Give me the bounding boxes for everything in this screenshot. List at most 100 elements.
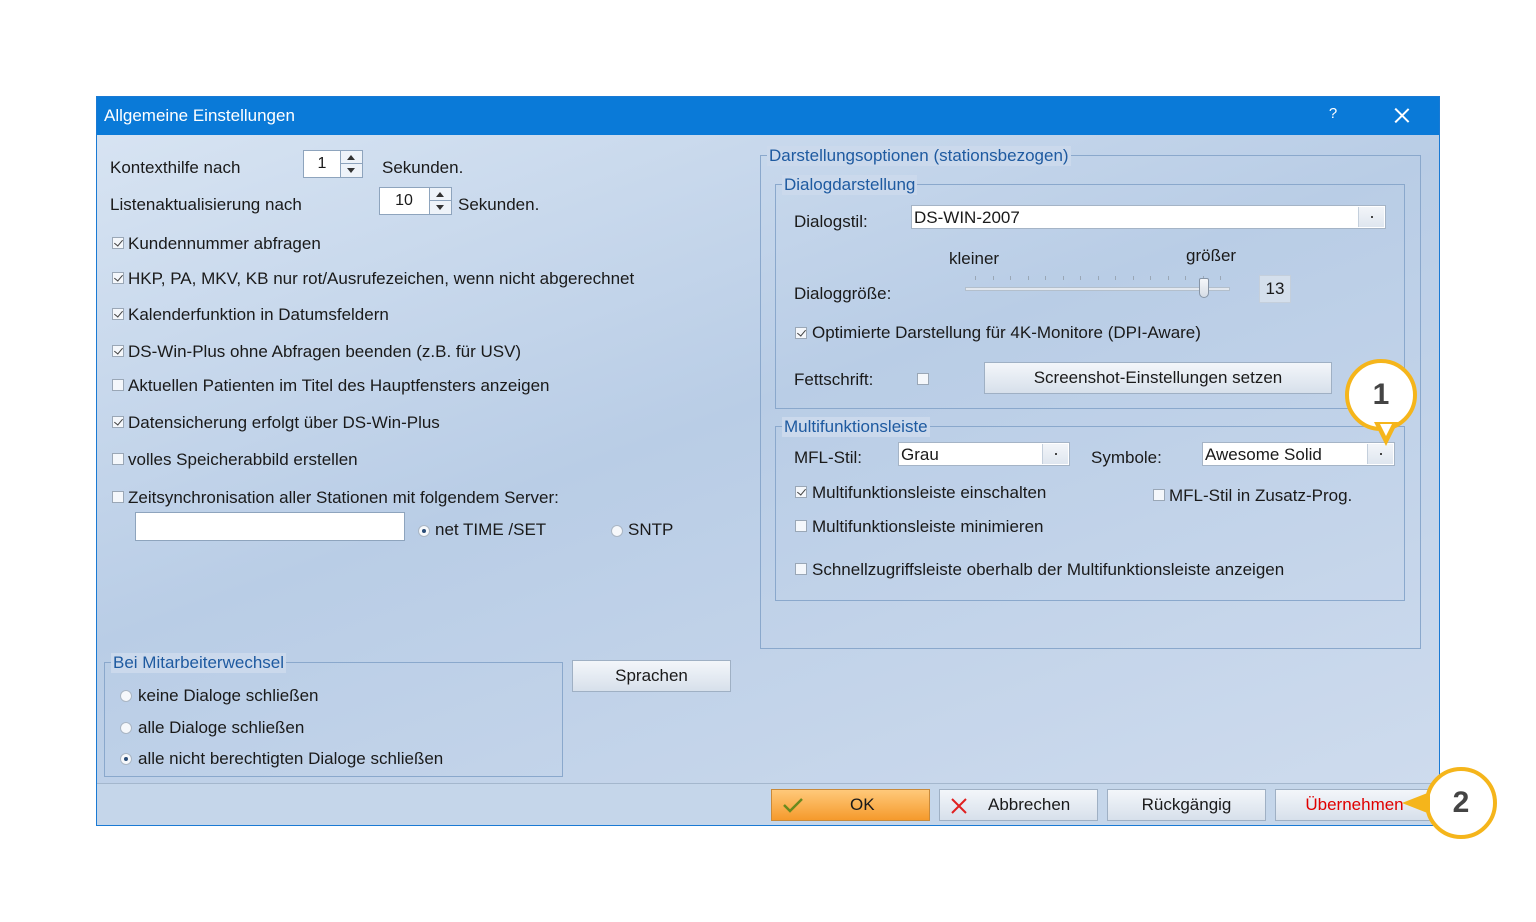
slider-tick — [1185, 276, 1186, 280]
dpi-aware-checkbox[interactable] — [795, 327, 807, 339]
mfl-title: Multifunktionsleiste — [782, 417, 930, 437]
net-time-label: net TIME /SET — [435, 520, 547, 539]
listenaktualisierung-label: Listenaktualisierung nach — [110, 195, 302, 214]
server-input[interactable] — [135, 512, 405, 541]
mitarbeiterwechsel-radio[interactable] — [120, 722, 132, 734]
cancel-x-icon — [951, 798, 967, 814]
mfl-stil-select[interactable]: Grau — [898, 442, 1070, 466]
mfl-zusatz-label: MFL-Stil in Zusatz-Prog. — [1169, 486, 1353, 505]
fettschrift-label: Fettschrift: — [794, 370, 874, 389]
zeitsync-label: Zeitsynchronisation aller Stationen mit … — [128, 488, 559, 507]
slider-tick — [1045, 276, 1046, 280]
option-checkbox-label: HKP, PA, MKV, KB nur rot/Ausrufezeichen,… — [128, 269, 635, 288]
chevron-down-icon[interactable] — [1042, 444, 1068, 464]
sprachen-button[interactable]: Sprachen — [572, 660, 731, 692]
option-checkbox-label: Datensicherung erfolgt über DS-Win-Plus — [128, 413, 440, 432]
option-checkbox[interactable] — [112, 345, 124, 357]
slider-tick — [1115, 276, 1116, 280]
close-icon[interactable] — [1390, 104, 1414, 128]
net-time-radio[interactable] — [418, 525, 430, 537]
mfl-minimieren-label: Multifunktionsleiste minimieren — [812, 517, 1044, 536]
groesser-label: größer — [1186, 246, 1237, 265]
dialogstil-label: Dialogstil: — [794, 212, 868, 231]
listenaktualisierung-unit: Sekunden. — [458, 195, 540, 214]
callout-2: 2 — [1425, 767, 1497, 839]
dialoggroesse-value: 13 — [1259, 275, 1291, 303]
symbole-label: Symbole: — [1091, 448, 1162, 467]
slider-tick — [1167, 276, 1169, 280]
schnellzugriff-label: Schnellzugriffsleiste oberhalb der Multi… — [812, 560, 1285, 579]
kontexthilfe-unit: Sekunden. — [382, 158, 464, 177]
slider-thumb[interactable] — [1198, 278, 1209, 298]
option-checkbox-label: Kundennummer abfragen — [128, 234, 321, 253]
callout-1-pointer — [1374, 422, 1398, 446]
fettschrift-checkbox[interactable] — [917, 373, 929, 385]
screenshot-settings-button[interactable]: Screenshot-Einstellungen setzen — [984, 362, 1332, 394]
dialogdarstellung-title: Dialogdarstellung — [782, 175, 918, 195]
help-icon[interactable]: ? — [1323, 105, 1343, 127]
mitarbeiterwechsel-radio[interactable] — [120, 690, 132, 702]
zeitsync-checkbox[interactable] — [112, 491, 124, 503]
listenaktualisierung-value[interactable]: 10 — [380, 192, 428, 210]
option-checkbox[interactable] — [112, 416, 124, 428]
slider-tick — [1220, 276, 1221, 280]
slider-tick — [1027, 276, 1029, 280]
option-checkbox[interactable] — [112, 453, 124, 465]
abbrechen-label: Abbrechen — [988, 795, 1071, 814]
mfl-zusatz-checkbox[interactable] — [1153, 489, 1165, 501]
spinner-up-icon[interactable] — [430, 188, 451, 201]
mfl-einschalten-label: Multifunktionsleiste einschalten — [812, 483, 1047, 502]
slider-tick — [1150, 276, 1151, 280]
dialog-title: Allgemeine Einstellungen — [104, 106, 295, 125]
kontexthilfe-spinner[interactable]: 1 — [303, 150, 363, 178]
settings-dialog: Allgemeine Einstellungen ? Kontexthilfe … — [96, 96, 1440, 826]
mitarbeiterwechsel-radio[interactable] — [120, 753, 132, 765]
symbole-select[interactable]: Awesome Solid — [1202, 442, 1395, 466]
mitarbeiterwechsel-title: Bei Mitarbeiterwechsel — [111, 653, 287, 673]
slider-tick — [975, 276, 976, 280]
spinner-down-icon[interactable] — [430, 201, 451, 214]
option-checkbox-label: DS-Win-Plus ohne Abfragen beenden (z.B. … — [128, 342, 522, 361]
kontexthilfe-value[interactable]: 1 — [304, 155, 340, 173]
option-checkbox[interactable] — [112, 308, 124, 320]
abbrechen-button[interactable]: Abbrechen — [939, 789, 1098, 821]
sntp-label: SNTP — [628, 520, 674, 539]
listenaktualisierung-spinner[interactable]: 10 — [379, 187, 452, 215]
option-checkbox[interactable] — [112, 272, 124, 284]
dialogstil-select[interactable]: DS-WIN-2007 — [911, 205, 1386, 229]
slider-tick — [1132, 276, 1134, 280]
slider-tick — [1010, 276, 1011, 280]
mfl-minimieren-checkbox[interactable] — [795, 520, 807, 532]
darstellungsoptionen-title: Darstellungsoptionen (stationsbezogen) — [767, 146, 1071, 166]
mitarbeiterwechsel-option-label: keine Dialoge schließen — [138, 686, 319, 705]
kleiner-label: kleiner — [949, 249, 1000, 268]
chevron-down-icon[interactable] — [1358, 207, 1384, 227]
dialogstil-value: DS-WIN-2007 — [914, 208, 1020, 227]
callout-2-pointer — [1402, 792, 1430, 814]
symbole-value: Awesome Solid — [1205, 445, 1322, 464]
slider-tick — [992, 276, 994, 280]
dpi-aware-label: Optimierte Darstellung für 4K-Monitore (… — [812, 323, 1201, 342]
option-checkbox[interactable] — [112, 379, 124, 391]
slider-tick — [1080, 276, 1081, 280]
title-bar[interactable]: Allgemeine Einstellungen ? — [97, 97, 1439, 135]
mfl-stil-label: MFL-Stil: — [794, 448, 862, 467]
check-icon — [783, 798, 803, 813]
option-checkbox-label: Kalenderfunktion in Datumsfeldern — [128, 305, 389, 324]
mfl-einschalten-checkbox[interactable] — [795, 486, 807, 498]
sntp-radio[interactable] — [611, 525, 623, 537]
ok-label: OK — [850, 795, 875, 814]
rueckgaengig-button[interactable]: Rückgängig — [1107, 789, 1266, 821]
spinner-down-icon[interactable] — [341, 164, 362, 177]
kontexthilfe-label: Kontexthilfe nach — [110, 158, 241, 177]
spinner-up-icon[interactable] — [341, 151, 362, 164]
slider-track[interactable] — [965, 287, 1230, 291]
slider-tick — [1097, 276, 1099, 280]
dialoggroesse-label: Dialoggröße: — [794, 284, 892, 303]
option-checkbox[interactable] — [112, 237, 124, 249]
schnellzugriff-checkbox[interactable] — [795, 563, 807, 575]
ok-button[interactable]: OK — [771, 789, 930, 821]
mfl-stil-value: Grau — [901, 445, 939, 464]
mitarbeiterwechsel-option-label: alle Dialoge schließen — [138, 718, 305, 737]
option-checkbox-label: volles Speicherabbild erstellen — [128, 450, 358, 469]
